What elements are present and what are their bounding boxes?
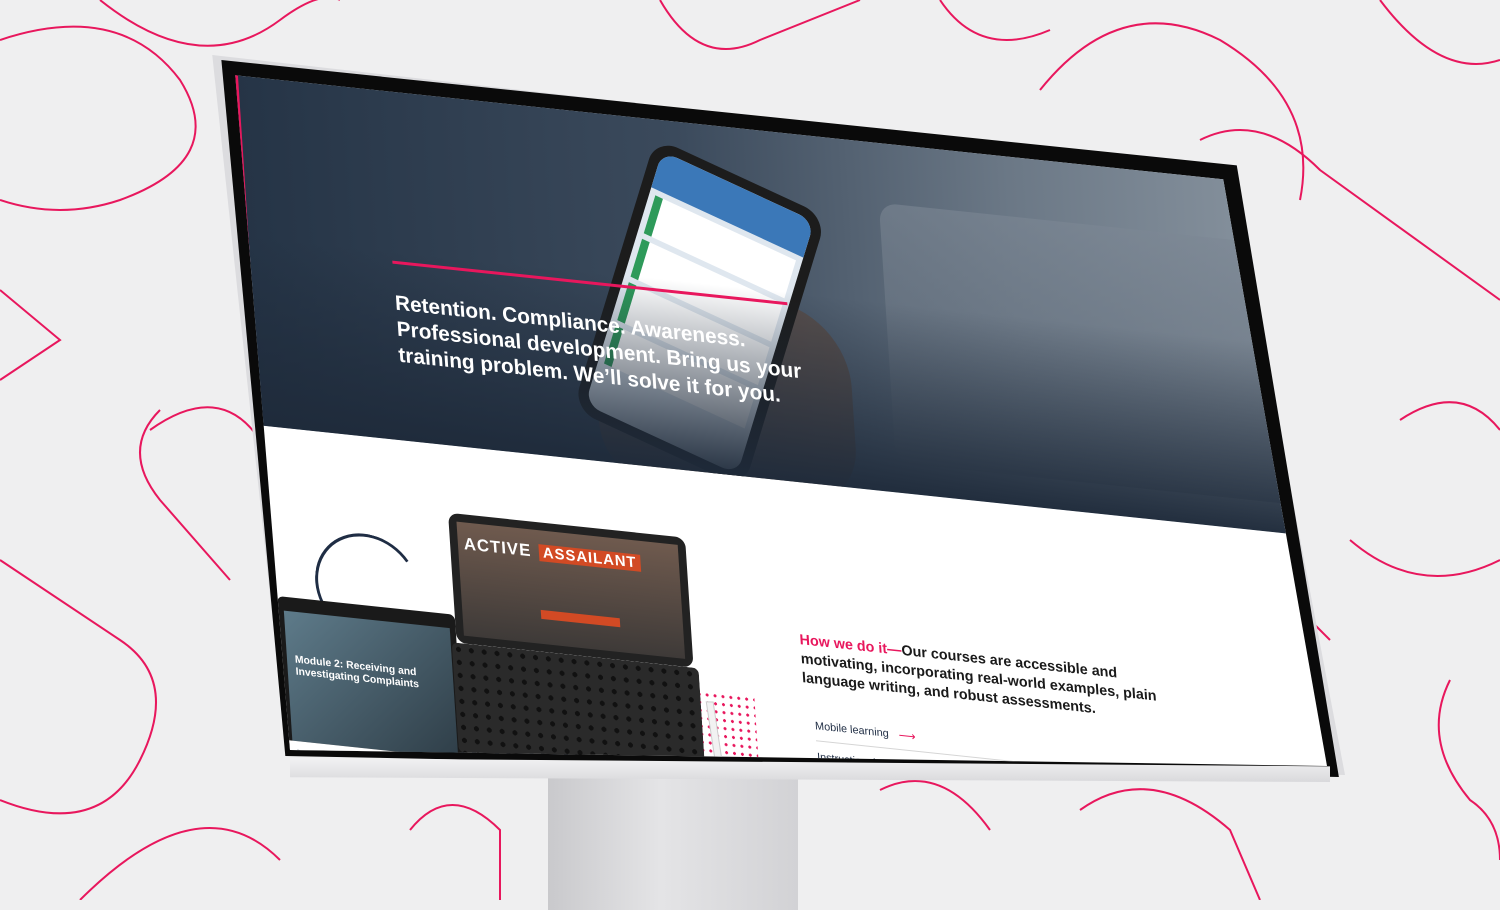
bottom-device-edge [476,796,704,840]
service-link-label: Mobile learning [814,720,890,740]
tablet-screen: ACTIVE ASSAILANT [456,521,686,659]
tablet-start-button [540,609,621,628]
service-link-custom-media[interactable]: Custom media ⟶ [818,774,1185,841]
laptop-module-title: Module 2: Receiving and Investigating Co… [294,653,420,691]
arrow-right-icon: ⟶ [898,789,917,806]
services-list: Mobile learning ⟶ Instructional design ⟶… [814,712,1188,872]
tablet-title-primary: ACTIVE [463,534,532,561]
arrow-right-icon: ⟶ [933,824,952,840]
monitor: Retention. Compliance. Awareness. Profes… [0,0,1500,900]
service-link-label: Analysis & evaluation [820,813,925,837]
device-showcase: Module 2: Receiving and Investigating Co… [258,455,795,840]
decorative-dots [695,689,759,766]
arrow-right-icon: ⟶ [898,727,917,744]
laptop-screen: Module 2: Receiving and Investigating Co… [283,610,459,759]
service-link-label: Custom media [818,782,890,802]
how-we-do-it-body: Our courses are accessible and motivatin… [800,642,1158,718]
tablet-course-preview: ACTIVE ASSAILANT [448,512,694,668]
tablet-title-secondary: ASSAILANT [538,544,642,572]
service-link-analysis-evaluation[interactable]: Analysis & evaluation ⟶ [820,805,1187,872]
how-we-do-it-text: How we do it—Our courses are accessible … [799,631,1178,728]
how-we-do-it-section: How we do it—Our courses are accessible … [799,631,1178,728]
